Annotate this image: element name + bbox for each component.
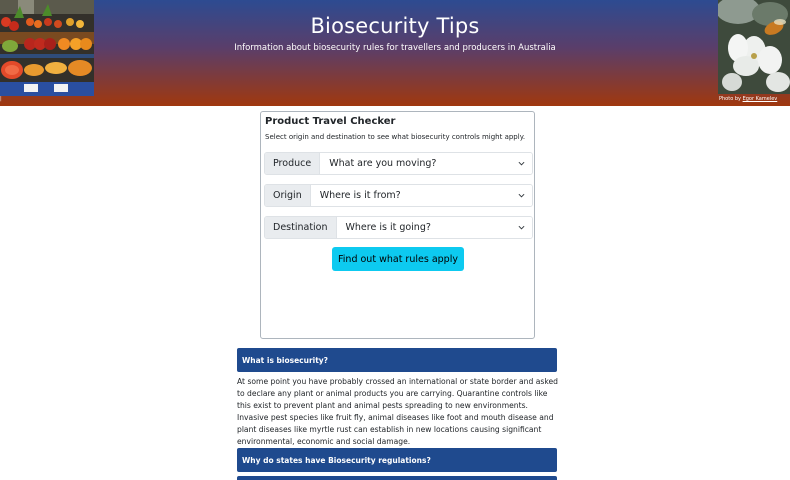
origin-select-value: Where is it from?: [319, 190, 401, 201]
chevron-down-icon: [518, 193, 525, 198]
page-title: Biosecurity Tips: [310, 14, 480, 38]
photo-credit-prefix: Photo by: [719, 96, 743, 102]
accordion-header-next[interactable]: [237, 476, 557, 480]
destination-select[interactable]: Where is it going?: [336, 217, 532, 238]
find-rules-button[interactable]: Find out what rules apply: [332, 247, 464, 271]
produce-label: Produce: [265, 153, 321, 174]
photo-credit: Photo by Egor Kamelev: [719, 96, 777, 102]
accordion-body-what-is-biosecurity: At some point you have probably crossed …: [237, 377, 558, 446]
destination-input-group: Destination Where is it going?: [264, 216, 533, 239]
destination-label: Destination: [265, 217, 337, 238]
accordion-header-why-states-regulations[interactable]: Why do states have Biosecurity regulatio…: [237, 448, 557, 472]
page-subtitle: Information about biosecurity rules for …: [234, 43, 556, 53]
site-header: Biosecurity Tips Information about biose…: [0, 0, 790, 106]
origin-input-group: Origin Where is it from?: [264, 184, 533, 207]
produce-input-group: Produce What are you moving?: [264, 152, 533, 175]
photo-credit-marker: |: [0, 96, 2, 102]
origin-label: Origin: [265, 185, 311, 206]
destination-select-value: Where is it going?: [345, 222, 431, 233]
checker-title: Product Travel Checker: [265, 116, 396, 127]
chevron-down-icon: [518, 225, 525, 230]
accordion-header-what-is-biosecurity[interactable]: What is biosecurity?: [237, 348, 557, 372]
checker-description: Select origin and destination to see wha…: [265, 133, 526, 141]
photo-credit-link[interactable]: Egor Kamelev: [743, 96, 778, 102]
produce-select[interactable]: What are you moving?: [320, 153, 532, 174]
chevron-down-icon: [518, 161, 525, 166]
product-travel-checker: Product Travel Checker Select origin and…: [260, 111, 535, 339]
origin-select[interactable]: Where is it from?: [310, 185, 532, 206]
produce-select-value: What are you moving?: [329, 158, 437, 169]
